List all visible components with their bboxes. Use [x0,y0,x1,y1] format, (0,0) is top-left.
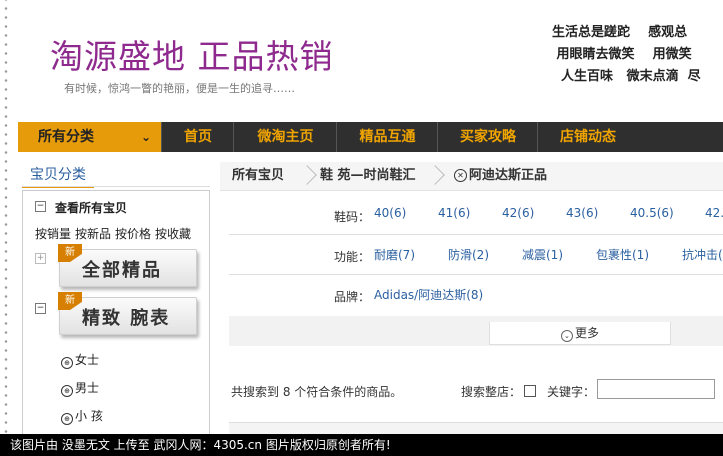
circle-icon: ⊕ [61,385,73,397]
divider [22,186,210,187]
category-banner-watches[interactable]: 新 精致 腕表 [58,292,197,335]
shop-slogan: 有时候，惊鸿一瞥的艳丽，便是一生的追寻…… [64,82,295,95]
filter-value[interactable]: 抗冲击( [682,246,723,263]
filter-row-brand: 品牌： Adidas/阿迪达斯(8) [229,276,723,314]
chevron-down-icon: ⌄ [140,130,151,144]
keyword-label: 关键字： [547,385,596,399]
breadcrumb-separator-icon [432,166,442,186]
breadcrumb-item-adidas[interactable]: ✕ 阿迪达斯正品 [454,162,547,190]
expand-icon[interactable]: + [35,253,46,264]
search-store-checkbox[interactable] [524,385,536,397]
filter-label: 品牌： [334,290,371,304]
sort-by-price[interactable]: 按价格 [115,227,151,241]
more-filters-bar: ⌄ 更多 [229,316,723,346]
more-button[interactable]: ⌄ 更多 [489,322,671,345]
breadcrumb: 所有宝贝 鞋 苑—时尚鞋汇 ✕ 阿迪达斯正品 [220,162,723,191]
filter-value[interactable]: 耐磨(7) [374,246,415,263]
filter-label: 鞋码： [334,210,371,224]
new-badge: 新 [58,292,82,310]
category-banner-all[interactable]: 新 全部精品 [58,244,197,287]
chevron-down-icon: ⌄ [560,330,573,342]
filter-value[interactable]: 40(6) [374,206,406,220]
sub-category-label: 女士 [75,353,100,367]
keyword-input[interactable] [597,379,715,399]
filter-value[interactable]: 减震(1) [522,246,563,263]
poem-text: 生活总是蹉跎 感观总 用眼睛去微笑 用微笑 人生百味 微末点滴 尽 [552,25,701,84]
filter-label: 功能： [334,250,371,264]
remove-filter-icon: ✕ [454,169,467,182]
sub-category-kids[interactable]: ⊕ 小 孩 [61,407,103,425]
category-banner-label: 全部精品 [82,260,162,281]
filter-value[interactable]: Adidas/阿迪达斯(8) [374,286,483,303]
sub-category-label: 小 孩 [75,409,103,423]
result-count: 共搜索到 8 个符合条件的商品。 [231,385,403,399]
result-bar: 共搜索到 8 个符合条件的商品。 搜索整店： 关键字： [229,375,723,405]
image-caption: 该图片由 没墨无文 上传至 武冈人网：4305.cn 图片版权归原创者所有! [0,434,723,456]
more-label: 更多 [574,326,599,340]
sidebar-tab-categories[interactable]: 宝贝分类 [22,164,94,188]
breadcrumb-item-shoes[interactable]: 鞋 苑—时尚鞋汇 [320,162,416,190]
sub-category-label: 男士 [75,381,100,395]
filter-value[interactable]: 40.5(6) [630,206,674,220]
breadcrumb-item-all[interactable]: 所有宝贝 [232,162,284,190]
circle-icon: ⊕ [61,413,73,425]
view-all-items-link[interactable]: 查看所有宝贝 [55,199,127,216]
sort-links: 按销量 按新品 按价格 按收藏 [35,225,195,242]
filter-value[interactable]: 防滑(2) [448,246,489,263]
circle-icon: ⊕ [61,357,73,369]
filter-value[interactable]: 42. [705,206,723,220]
nav-item-weitao[interactable]: 微淘主页 [233,122,337,152]
dotted-border [0,0,8,456]
filter-value[interactable]: 43(6) [566,206,598,220]
shop-title: 淘源盛地 正品热销 [50,37,334,76]
nav-all-categories-label: 所有分类 [38,129,94,145]
nav-item-buyer-guide[interactable]: 买家攻略 [437,122,538,152]
main-nav: 所有分类 ⌄ 首页 微淘主页 精品互通 买家攻略 店铺动态 [18,122,723,152]
filter-row-size: 鞋码： 40(6) 41(6) 42(6) 43(6) 40.5(6) 42. [229,196,723,235]
breadcrumb-separator-icon [304,166,314,186]
nav-item-home[interactable]: 首页 [161,122,234,152]
nav-item-boutique[interactable]: 精品互通 [336,122,438,152]
category-banner-label: 精致 腕表 [82,308,171,329]
filter-row-function: 功能： 耐磨(7) 防滑(2) 减震(1) 包裹性(1) 抗冲击( [229,236,723,275]
collapse-icon[interactable]: − [35,201,46,212]
nav-all-categories[interactable]: 所有分类 ⌄ [18,122,161,152]
sort-by-new[interactable]: 按新品 [75,227,111,241]
filter-value[interactable]: 41(6) [438,206,470,220]
search-store-label: 搜索整店： [461,385,522,399]
filter-value[interactable]: 包裹性(1) [596,246,649,263]
sort-by-sales[interactable]: 按销量 [35,227,71,241]
sub-category-women[interactable]: ⊕ 女士 [61,351,99,369]
sub-category-men[interactable]: ⊕ 男士 [61,379,99,397]
collapse-icon[interactable]: − [35,303,46,314]
sort-by-favorites[interactable]: 按收藏 [155,227,191,241]
breadcrumb-item-label: 阿迪达斯正品 [469,168,548,183]
category-tree: − 查看所有宝贝 按销量 按新品 按价格 按收藏 + 新 全部精品 − 新 精致 腕表… [22,190,210,442]
nav-item-store-news[interactable]: 店铺动态 [537,122,638,152]
new-badge: 新 [58,244,82,262]
filter-value[interactable]: 42(6) [502,206,534,220]
